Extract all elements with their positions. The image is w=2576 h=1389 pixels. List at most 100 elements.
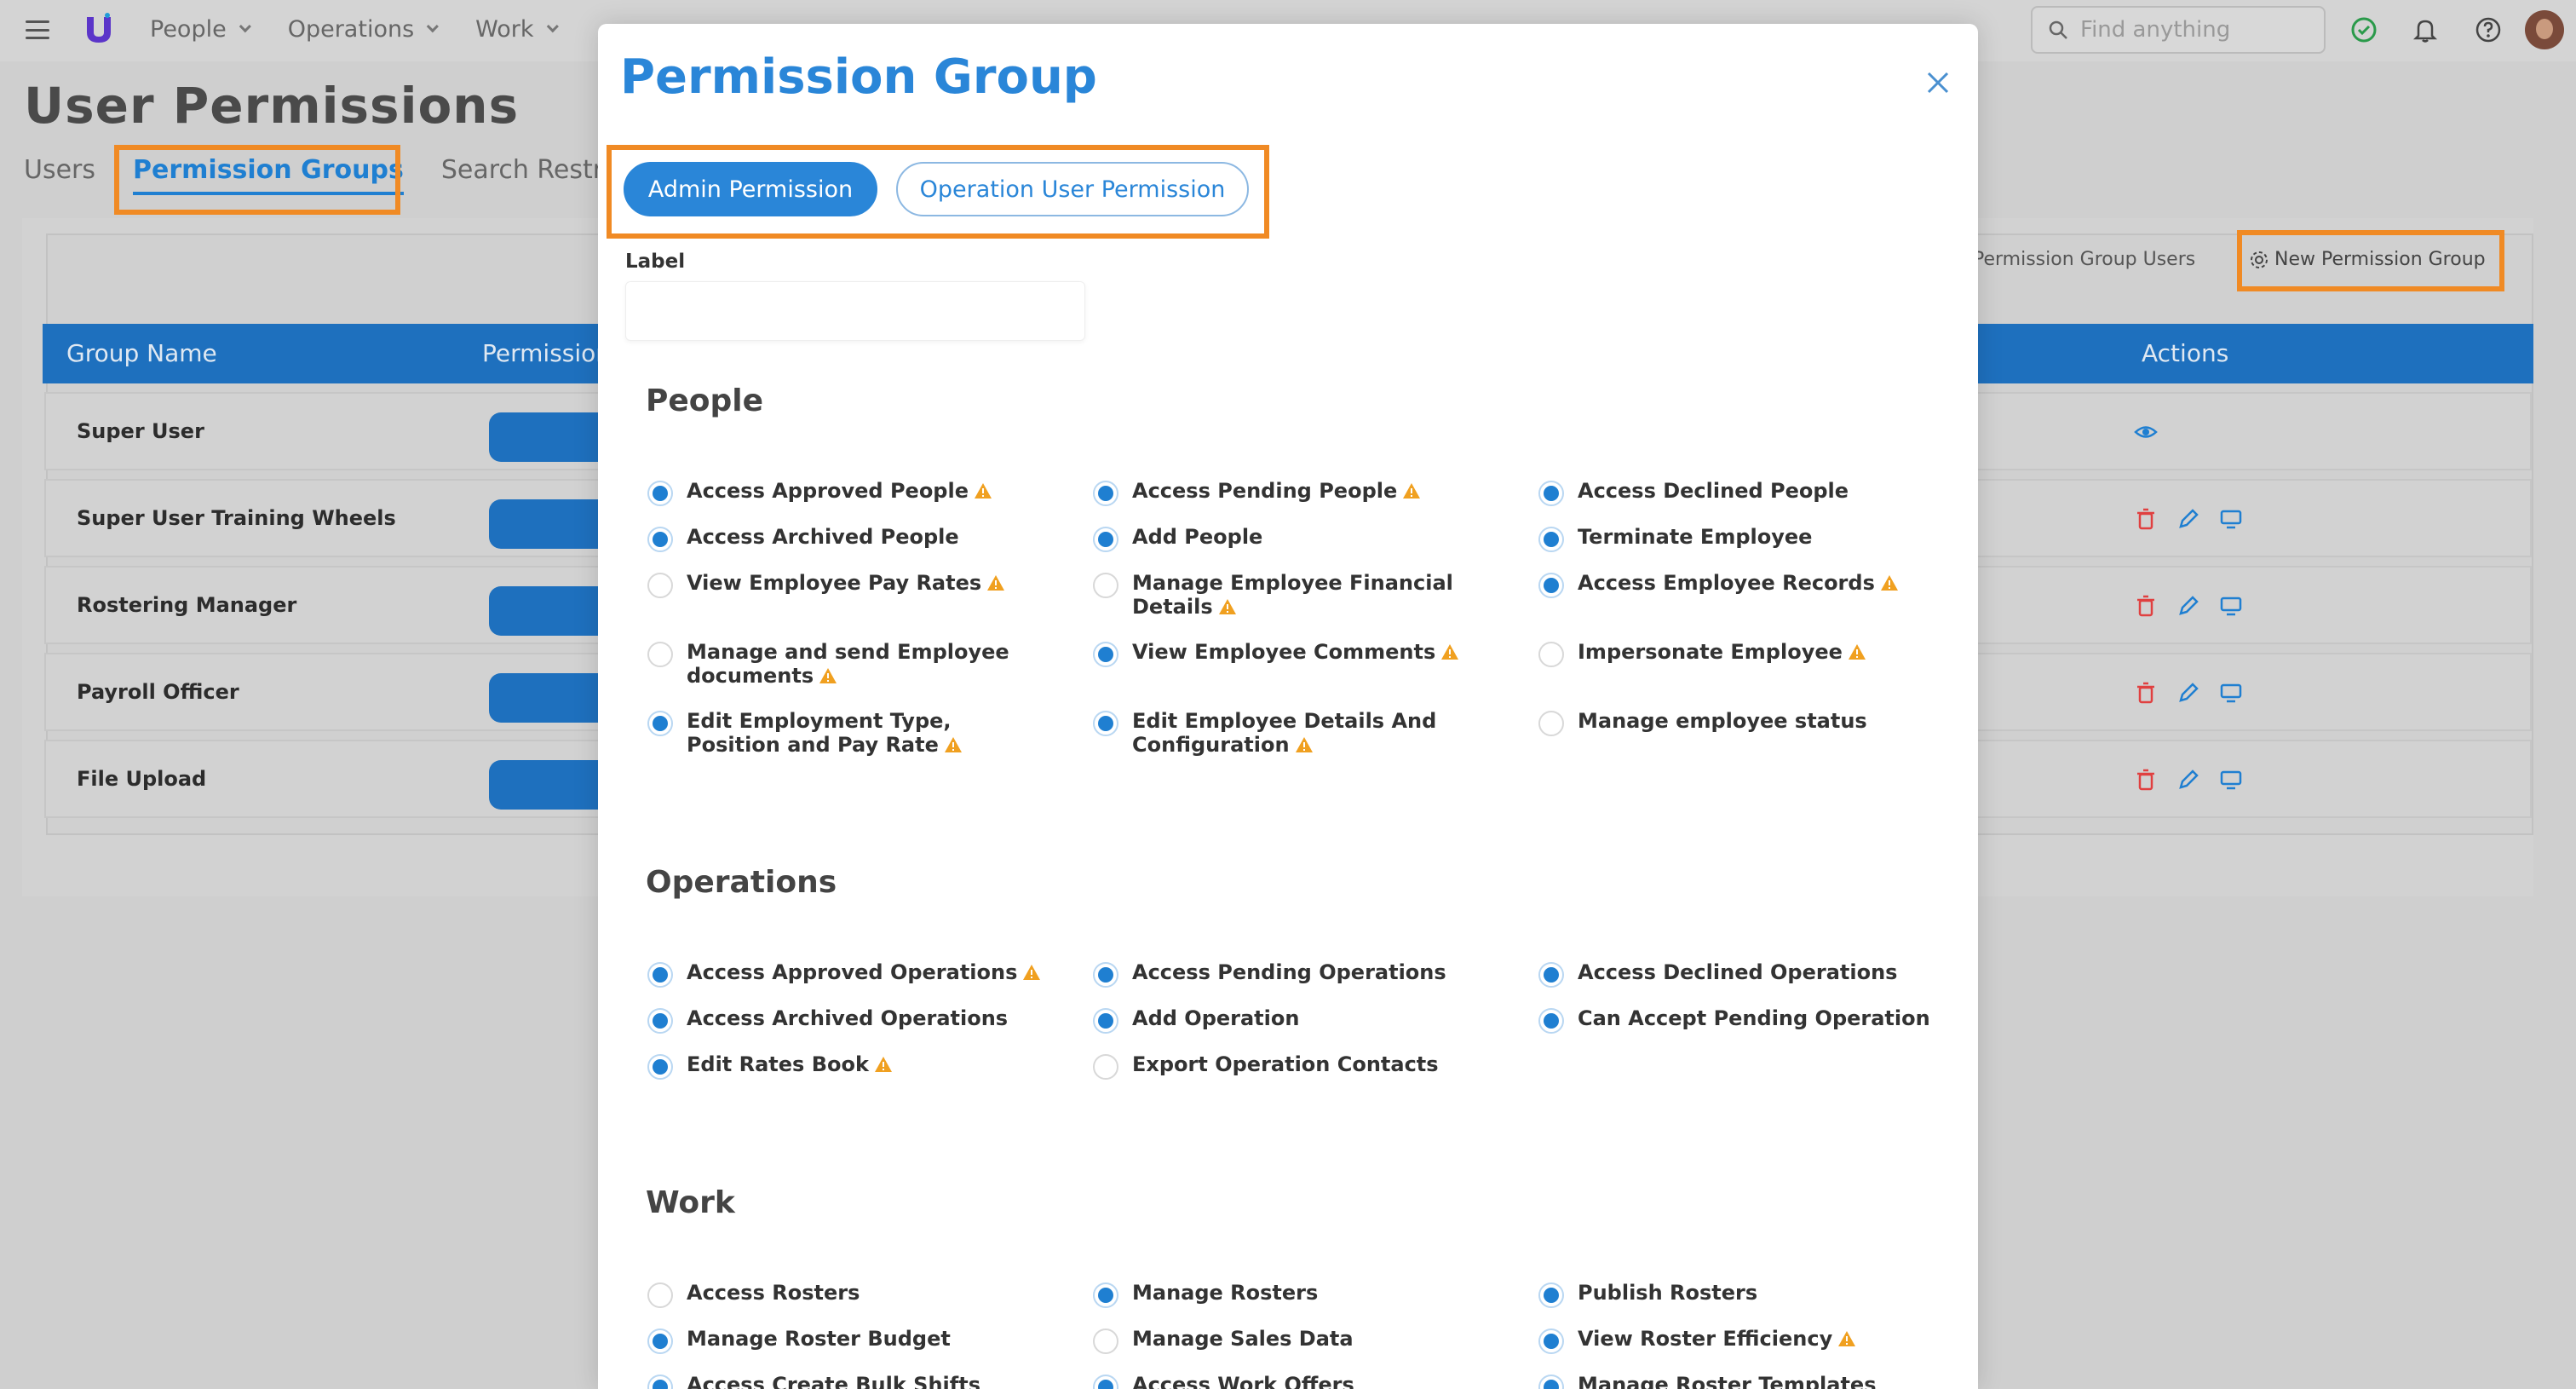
radio-toggle[interactable]	[647, 1054, 673, 1080]
radio-toggle[interactable]	[647, 962, 673, 988]
monitor-icon[interactable]	[2218, 593, 2244, 619]
permission-option[interactable]: Access Archived Operations	[647, 1006, 1048, 1034]
radio-toggle[interactable]	[1538, 642, 1564, 667]
monitor-icon[interactable]	[2218, 767, 2244, 792]
edit-icon[interactable]	[2176, 767, 2201, 792]
radio-toggle[interactable]	[1538, 711, 1564, 736]
permission-option[interactable]: Access Approved People	[647, 479, 1048, 506]
edit-icon[interactable]	[2176, 593, 2201, 619]
trash-icon[interactable]	[2133, 593, 2159, 619]
permission-option[interactable]: View Employee Comments	[1093, 640, 1493, 667]
radio-toggle[interactable]	[1538, 481, 1564, 506]
radio-toggle[interactable]	[1538, 1008, 1564, 1034]
permission-option[interactable]: Access Create Bulk Shifts	[647, 1373, 1048, 1389]
eye-icon[interactable]	[2133, 419, 2159, 445]
radio-toggle[interactable]	[1093, 1008, 1118, 1034]
radio-toggle[interactable]	[1538, 527, 1564, 552]
status-check-icon[interactable]	[2349, 15, 2378, 44]
radio-toggle[interactable]	[1538, 1375, 1564, 1389]
label-input[interactable]	[625, 281, 1085, 341]
tab-admin-permission[interactable]: Admin Permission	[624, 162, 877, 216]
trash-icon[interactable]	[2133, 680, 2159, 706]
radio-toggle[interactable]	[1093, 481, 1118, 506]
radio-toggle[interactable]	[647, 1008, 673, 1034]
permission-option[interactable]: Access Archived People	[647, 525, 1048, 552]
nav-operations[interactable]: Operations	[288, 12, 440, 46]
permission-option[interactable]: Add Operation	[1093, 1006, 1493, 1034]
radio-toggle[interactable]	[1538, 1282, 1564, 1308]
permission-group-users-label: Permission Group Users	[1973, 249, 2196, 270]
nav-people[interactable]: People	[150, 12, 251, 46]
radio-toggle[interactable]	[647, 1375, 673, 1389]
permission-option[interactable]: Edit Rates Book	[647, 1052, 1048, 1080]
radio-toggle[interactable]	[647, 481, 673, 506]
radio-toggle[interactable]	[1093, 962, 1118, 988]
radio-toggle[interactable]	[1093, 711, 1118, 736]
trash-icon[interactable]	[2133, 767, 2159, 792]
menu-icon[interactable]	[26, 20, 49, 39]
nav-work[interactable]: Work	[475, 12, 559, 46]
permission-option[interactable]: Access Approved Operations	[647, 960, 1048, 988]
label-caption: Label	[625, 251, 686, 273]
permission-option[interactable]: Edit Employee Details And Configuration	[1093, 709, 1493, 757]
monitor-icon[interactable]	[2218, 506, 2244, 532]
permission-option[interactable]: Manage Sales Data	[1093, 1327, 1493, 1354]
permission-option[interactable]: Access Pending People	[1093, 479, 1493, 506]
radio-toggle[interactable]	[647, 1282, 673, 1308]
permission-option[interactable]: Manage Roster Templates	[1538, 1373, 1939, 1389]
permission-option[interactable]: Access Declined People	[1538, 479, 1939, 506]
close-icon[interactable]	[1922, 66, 1954, 99]
permission-option[interactable]: View Employee Pay Rates	[647, 571, 1048, 598]
tab-search-restrictions[interactable]: Search Restric	[441, 155, 624, 195]
radio-toggle[interactable]	[1538, 1328, 1564, 1354]
trash-icon[interactable]	[2133, 506, 2159, 532]
radio-toggle[interactable]	[647, 1328, 673, 1354]
permission-option[interactable]: Add People	[1093, 525, 1493, 552]
nav-people-label: People	[150, 15, 227, 43]
permission-option[interactable]: View Roster Efficiency	[1538, 1327, 1939, 1354]
global-search[interactable]	[2031, 6, 2326, 54]
permission-option[interactable]: Manage Employee Financial Details	[1093, 571, 1493, 619]
permission-option[interactable]: Impersonate Employee	[1538, 640, 1939, 667]
permission-option[interactable]: Edit Employment Type, Position and Pay R…	[647, 709, 1048, 757]
radio-toggle[interactable]	[1538, 573, 1564, 598]
permission-option[interactable]: Can Accept Pending Operation	[1538, 1006, 1939, 1034]
permission-option[interactable]: Access Employee Records	[1538, 571, 1939, 598]
radio-toggle[interactable]	[1093, 573, 1118, 598]
radio-toggle[interactable]	[1538, 962, 1564, 988]
permission-option[interactable]: Publish Rosters	[1538, 1281, 1939, 1308]
avatar[interactable]	[2525, 10, 2564, 49]
radio-toggle[interactable]	[647, 642, 673, 667]
tab-operation-user-permission[interactable]: Operation User Permission	[896, 162, 1249, 216]
permission-option[interactable]: Access Work Offers	[1093, 1373, 1493, 1389]
edit-icon[interactable]	[2176, 506, 2201, 532]
permission-option[interactable]: Manage Roster Budget	[647, 1327, 1048, 1354]
permission-option[interactable]: Manage Rosters	[1093, 1281, 1493, 1308]
monitor-icon[interactable]	[2218, 680, 2244, 706]
bell-icon[interactable]	[2411, 15, 2440, 44]
app-logo-icon[interactable]	[83, 12, 114, 46]
permission-option[interactable]: Access Declined Operations	[1538, 960, 1939, 988]
radio-toggle[interactable]	[1093, 1282, 1118, 1308]
permission-option[interactable]: Terminate Employee	[1538, 525, 1939, 552]
modal-title: Permission Group	[620, 49, 1097, 105]
edit-icon[interactable]	[2176, 680, 2201, 706]
permission-option[interactable]: Manage employee status	[1538, 709, 1939, 736]
help-icon[interactable]	[2474, 15, 2503, 44]
permission-option[interactable]: Export Operation Contacts	[1093, 1052, 1493, 1080]
search-input[interactable]	[2080, 17, 2310, 43]
radio-toggle[interactable]	[1093, 1328, 1118, 1354]
radio-toggle[interactable]	[647, 573, 673, 598]
radio-toggle[interactable]	[1093, 1375, 1118, 1389]
permission-group-users-link[interactable]: Permission Group Users	[1973, 249, 2195, 270]
radio-toggle[interactable]	[1093, 1054, 1118, 1080]
permission-label: Can Accept Pending Operation	[1578, 1006, 1930, 1030]
permission-option[interactable]: Access Rosters	[647, 1281, 1048, 1308]
radio-toggle[interactable]	[647, 527, 673, 552]
permission-option[interactable]: Access Pending Operations	[1093, 960, 1493, 988]
tab-users[interactable]: Users	[24, 155, 95, 195]
radio-toggle[interactable]	[1093, 642, 1118, 667]
radio-toggle[interactable]	[1093, 527, 1118, 552]
radio-toggle[interactable]	[647, 711, 673, 736]
permission-option[interactable]: Manage and send Employee documents	[647, 640, 1048, 688]
